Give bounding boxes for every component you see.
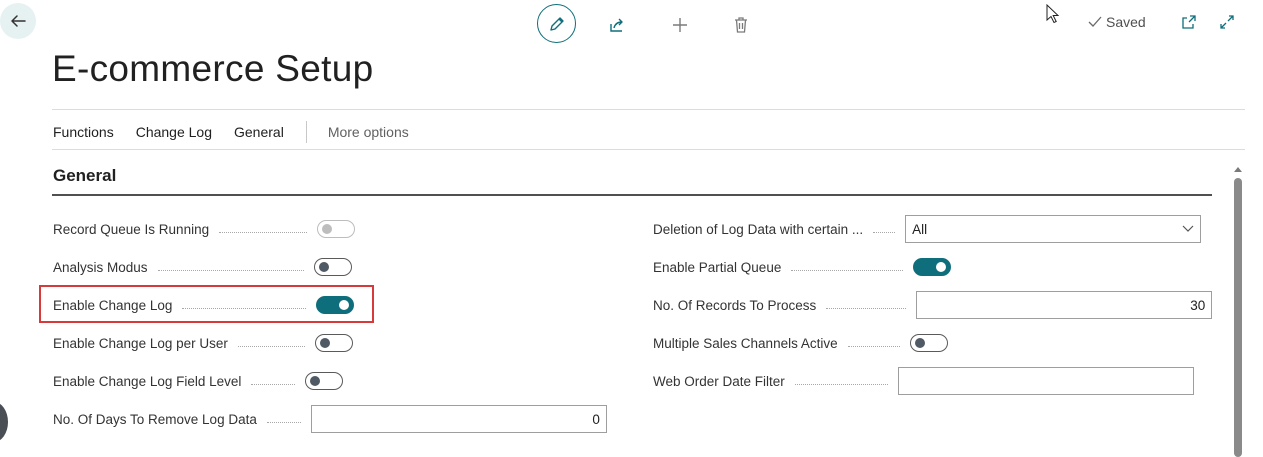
- mouse-cursor-icon: [1046, 4, 1060, 24]
- change-log-per-user-toggle[interactable]: [314, 334, 353, 352]
- open-new-window-icon: [1182, 15, 1196, 29]
- scroll-up-arrow-icon[interactable]: [1232, 164, 1244, 174]
- leader-dots: [794, 383, 888, 385]
- field-label: Multiple Sales Channels Active: [653, 335, 838, 351]
- change-log-field-level-toggle[interactable]: [305, 372, 344, 390]
- menu-separator: [305, 121, 307, 143]
- leader-dots: [157, 269, 304, 271]
- days-to-remove-input[interactable]: 0: [310, 405, 607, 433]
- field-label: Enable Change Log Field Level: [53, 373, 242, 389]
- toggle-knob: [936, 261, 947, 272]
- field-label: Enable Change Log per User: [53, 335, 228, 351]
- leader-dots: [251, 383, 296, 385]
- trash-icon: [735, 17, 747, 33]
- side-panel-button[interactable]: [0, 402, 8, 442]
- menu-general[interactable]: General: [234, 124, 284, 140]
- pencil-icon: [549, 16, 564, 31]
- edit-button[interactable]: [537, 4, 576, 43]
- field-label: Enable Partial Queue: [653, 259, 782, 275]
- leader-dots: [847, 345, 900, 347]
- field-enable-change-log-field-level: Enable Change Log Field Level: [53, 362, 344, 400]
- checkmark-icon: [1088, 16, 1102, 27]
- multiple-sales-channels-toggle[interactable]: [909, 334, 948, 352]
- new-button[interactable]: [661, 6, 699, 44]
- toggle-knob: [319, 337, 330, 348]
- analysis-modus-toggle[interactable]: [313, 258, 352, 276]
- leader-dots: [219, 231, 308, 233]
- field-enable-change-log-per-user: Enable Change Log per User: [53, 324, 353, 362]
- leader-dots: [791, 269, 904, 271]
- field-label: No. Of Records To Process: [653, 297, 817, 313]
- delete-button[interactable]: [722, 6, 760, 44]
- section-underline: [52, 194, 1212, 196]
- vertical-scrollbar-thumb[interactable]: [1234, 178, 1242, 457]
- page-title: E-commerce Setup: [52, 48, 374, 89]
- back-arrow-icon: [11, 15, 26, 27]
- record-queue-toggle[interactable]: [317, 220, 356, 238]
- field-label: Web Order Date Filter: [653, 373, 785, 389]
- plus-icon: [673, 18, 687, 32]
- leader-dots: [826, 307, 907, 309]
- field-deletion-of-log-data: Deletion of Log Data with certain ... Al…: [653, 210, 1202, 248]
- saved-status: Saved: [1088, 14, 1146, 30]
- leader-dots: [237, 345, 305, 347]
- expand-icon: [1220, 15, 1234, 29]
- expand-button[interactable]: [1219, 14, 1235, 35]
- toggle-knob: [322, 223, 333, 234]
- field-label: Analysis Modus: [53, 259, 148, 275]
- records-to-process-input[interactable]: 30: [916, 291, 1213, 319]
- action-menu-bar: Functions Change Log General More option…: [53, 118, 409, 146]
- select-value: All: [912, 221, 928, 237]
- open-new-window-button[interactable]: [1181, 14, 1197, 35]
- toggle-knob: [914, 337, 925, 348]
- deletion-of-log-data-select[interactable]: All: [905, 215, 1202, 243]
- field-enable-partial-queue: Enable Partial Queue: [653, 248, 952, 286]
- field-records-to-process: No. Of Records To Process 30: [653, 286, 1213, 324]
- section-title-general[interactable]: General: [53, 166, 116, 186]
- leader-dots: [873, 231, 896, 233]
- share-button[interactable]: [598, 6, 636, 44]
- field-label: Record Queue Is Running: [53, 221, 210, 237]
- field-record-queue-is-running: Record Queue Is Running: [53, 210, 356, 248]
- leader-dots: [266, 421, 301, 423]
- highlight-box: [39, 285, 374, 323]
- title-divider: [52, 109, 1245, 110]
- field-multiple-sales-channels: Multiple Sales Channels Active: [653, 324, 948, 362]
- back-button[interactable]: [0, 3, 36, 39]
- field-days-to-remove-log-data: No. Of Days To Remove Log Data 0: [53, 400, 607, 438]
- enable-partial-queue-toggle[interactable]: [913, 258, 952, 276]
- field-analysis-modus: Analysis Modus: [53, 248, 352, 286]
- field-web-order-date-filter: Web Order Date Filter: [653, 362, 1194, 400]
- menu-functions[interactable]: Functions: [53, 124, 114, 140]
- field-label: No. Of Days To Remove Log Data: [53, 411, 257, 427]
- toggle-knob: [310, 375, 321, 386]
- menu-more-options[interactable]: More options: [328, 124, 409, 140]
- saved-label: Saved: [1106, 14, 1146, 30]
- share-icon: [610, 18, 623, 32]
- field-label: Deletion of Log Data with certain ...: [653, 221, 864, 237]
- menu-divider: [52, 149, 1245, 150]
- web-order-date-filter-input[interactable]: [897, 367, 1194, 395]
- menu-change-log[interactable]: Change Log: [136, 124, 212, 140]
- toggle-knob: [318, 261, 329, 272]
- chevron-down-icon: [1182, 225, 1194, 232]
